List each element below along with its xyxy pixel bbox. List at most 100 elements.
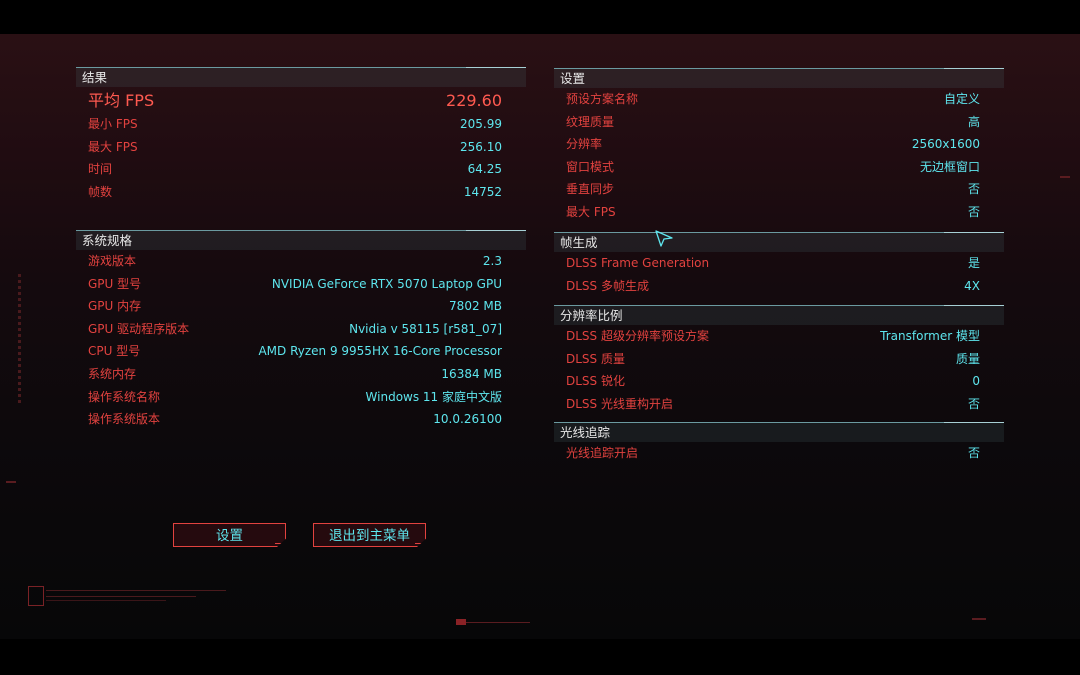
frame-gen-row: DLSS 多帧生成 4X (554, 275, 1004, 298)
system-title: 系统规格 (82, 233, 133, 248)
raytracing-title: 光线追踪 (560, 425, 611, 440)
letterbox (0, 0, 1080, 34)
result-label: 最小 FPS (88, 117, 138, 131)
raytracing-panel: 光线追踪 光线追踪开启 否 (554, 422, 1004, 465)
settings-value: 自定义 (943, 92, 980, 106)
settings-value: 高 (967, 114, 980, 129)
hud-version-badge-icon (28, 586, 44, 606)
system-label: GPU 内存 (88, 299, 142, 314)
system-label: 系统内存 (88, 366, 137, 381)
frame-gen-label: DLSS Frame Generation (566, 256, 710, 270)
system-value: Windows 11 家庭中文版 (365, 389, 502, 404)
res-scale-row: DLSS 质量 质量 (554, 348, 1004, 371)
res-scale-row: DLSS 超级分辨率预设方案 Transformer 模型 (554, 325, 1004, 348)
system-value: 2.3 (482, 254, 502, 268)
exit-to-main-menu-button[interactable]: 退出到主菜单 (313, 523, 426, 547)
system-value: Nvidia v 58115 [r581_07] (349, 321, 502, 336)
system-header: 系统规格 (76, 230, 526, 250)
settings-label: 最大 FPS (566, 204, 616, 219)
settings-header: 设置 (554, 68, 1004, 88)
res-scale-label: DLSS 锐化 (566, 374, 625, 389)
hud-decor-line (460, 622, 530, 623)
hud-decor-line (46, 590, 226, 591)
res-scale-label: DLSS 质量 (566, 351, 625, 366)
hud-decor-line (6, 481, 16, 483)
result-row-time: 时间 64.25 (76, 158, 526, 181)
hud-decor-line (1060, 176, 1070, 178)
result-row-max-fps: 最大 FPS 256.10 (76, 136, 526, 159)
res-scale-header: 分辨率比例 (554, 305, 1004, 325)
system-row: GPU 型号 NVIDIA GeForce RTX 5070 Laptop GP… (76, 273, 526, 296)
settings-button-label: 设置 (216, 528, 243, 544)
settings-row: 预设方案名称 自定义 (554, 88, 1004, 111)
system-row: CPU 型号 AMD Ryzen 9 9955HX 16-Core Proces… (76, 340, 526, 363)
result-row-min-fps: 最小 FPS 205.99 (76, 113, 526, 136)
hud-decor-line (972, 618, 986, 620)
res-scale-label: DLSS 光线重构开启 (566, 396, 673, 411)
raytracing-label: 光线追踪开启 (566, 446, 639, 460)
frame-gen-title: 帧生成 (560, 235, 598, 250)
system-panel: 系统规格 游戏版本 2.3 GPU 型号 NVIDIA GeForce RTX … (76, 230, 526, 431)
system-value: 16384 MB (441, 366, 502, 381)
result-label: 平均 FPS (88, 91, 155, 110)
result-row-frames: 帧数 14752 (76, 181, 526, 204)
hud-side-marks (18, 274, 21, 404)
system-label: 操作系统版本 (88, 412, 161, 427)
res-scale-value: Transformer 模型 (880, 329, 980, 343)
result-label: 帧数 (88, 184, 113, 199)
hud-arrow-icon (456, 619, 466, 625)
raytracing-row: 光线追踪开启 否 (554, 442, 1004, 465)
settings-value: 无边框窗口 (919, 159, 980, 174)
result-value: 64.25 (467, 162, 502, 177)
frame-gen-row: DLSS Frame Generation 是 (554, 252, 1004, 275)
system-value: NVIDIA GeForce RTX 5070 Laptop GPU (271, 276, 502, 291)
results-panel: 结果 平均 FPS 229.60 最小 FPS 205.99 最大 FPS 25… (76, 67, 526, 203)
frame-gen-value: 4X (964, 278, 980, 293)
system-row: GPU 驱动程序版本 Nvidia v 58115 [r581_07] (76, 318, 526, 341)
settings-value: 否 (967, 182, 980, 197)
system-label: GPU 驱动程序版本 (88, 321, 190, 336)
settings-row: 纹理质量 高 (554, 111, 1004, 134)
res-scale-value: 0 (972, 374, 980, 389)
benchmark-screen: 结果 平均 FPS 229.60 最小 FPS 205.99 最大 FPS 25… (0, 0, 1080, 675)
settings-row: 分辨率 2560x1600 (554, 133, 1004, 156)
system-label: 操作系统名称 (88, 389, 161, 404)
frame-gen-label: DLSS 多帧生成 (566, 278, 649, 293)
res-scale-row: DLSS 光线重构开启 否 (554, 393, 1004, 416)
settings-row: 垂直同步 否 (554, 178, 1004, 201)
results-title: 结果 (82, 70, 108, 85)
result-label: 时间 (88, 162, 113, 177)
system-value: 10.0.26100 (433, 412, 502, 427)
system-label: GPU 型号 (88, 276, 142, 291)
settings-value: 2560x1600 (911, 137, 980, 152)
settings-label: 纹理质量 (566, 114, 615, 129)
frame-gen-panel: 帧生成 DLSS Frame Generation 是 DLSS 多帧生成 4X (554, 232, 1004, 297)
raytracing-header: 光线追踪 (554, 422, 1004, 442)
system-row: GPU 内存 7802 MB (76, 295, 526, 318)
benchmark-stage: 结果 平均 FPS 229.60 最小 FPS 205.99 最大 FPS 25… (0, 34, 1080, 639)
res-scale-row: DLSS 锐化 0 (554, 370, 1004, 393)
hud-decor-line (46, 600, 166, 601)
settings-value: 否 (967, 204, 980, 219)
result-value: 205.99 (460, 117, 502, 131)
settings-panel: 设置 预设方案名称 自定义 纹理质量 高 分辨率 2560x1600 窗口模式 … (554, 68, 1004, 224)
result-value: 256.10 (460, 139, 502, 154)
settings-row: 窗口模式 无边框窗口 (554, 156, 1004, 179)
settings-label: 分辨率 (566, 137, 603, 152)
res-scale-panel: 分辨率比例 DLSS 超级分辨率预设方案 Transformer 模型 DLSS… (554, 305, 1004, 415)
settings-button[interactable]: 设置 (173, 523, 286, 547)
system-row: 游戏版本 2.3 (76, 250, 526, 273)
result-label: 最大 FPS (88, 139, 138, 154)
res-scale-label: DLSS 超级分辨率预设方案 (566, 329, 709, 343)
result-value: 229.60 (446, 91, 502, 110)
system-row: 系统内存 16384 MB (76, 363, 526, 386)
mouse-cursor-icon (655, 230, 673, 247)
raytracing-value: 否 (967, 446, 980, 460)
system-value: 7802 MB (449, 299, 502, 314)
system-row: 操作系统名称 Windows 11 家庭中文版 (76, 386, 526, 409)
settings-title: 设置 (560, 71, 586, 86)
settings-row: 最大 FPS 否 (554, 201, 1004, 224)
settings-label: 预设方案名称 (566, 92, 639, 106)
settings-label: 垂直同步 (566, 182, 615, 197)
res-scale-value: 否 (967, 396, 980, 411)
